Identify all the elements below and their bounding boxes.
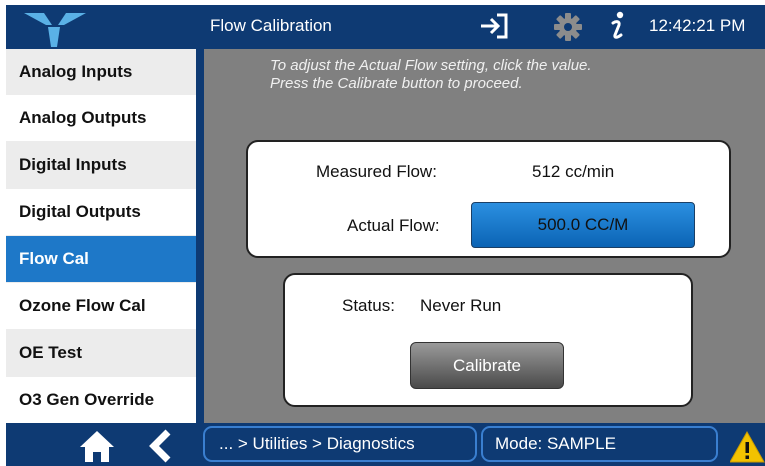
app-window: Flow Calibration 12:42:21 PM Analog Inpu… <box>0 0 765 466</box>
login-icon[interactable] <box>478 12 510 40</box>
sidebar-item-flow-cal[interactable]: Flow Cal <box>6 236 196 282</box>
clock-display: 12:42:21 PM <box>649 16 746 35</box>
back-icon[interactable] <box>146 428 174 464</box>
instructions-text: To adjust the Actual Flow setting, click… <box>270 57 592 93</box>
measured-flow-value: 512 cc/min <box>532 162 615 181</box>
sidebar-item-analog-inputs[interactable]: Analog Inputs <box>6 49 196 95</box>
sidebar-item-digital-outputs[interactable]: Digital Outputs <box>6 189 196 235</box>
mode-indicator: Mode: SAMPLE <box>481 426 718 462</box>
sidebar-item-o3-gen-override[interactable]: O3 Gen Override <box>6 377 196 423</box>
actual-flow-label: Actual Flow: <box>347 216 440 235</box>
home-icon[interactable] <box>78 428 116 464</box>
instruction-line: Press the Calibrate button to proceed. <box>270 75 523 92</box>
sidebar: Analog Inputs Analog Outputs Digital Inp… <box>6 49 196 423</box>
sidebar-item-analog-outputs[interactable]: Analog Outputs <box>6 95 196 141</box>
sidebar-item-digital-inputs[interactable]: Digital Inputs <box>6 142 196 188</box>
warning-icon[interactable] <box>729 428 765 464</box>
sidebar-divider <box>196 49 204 423</box>
page-title: Flow Calibration <box>210 16 332 35</box>
status-label: Status: <box>342 296 395 315</box>
sidebar-item-ozone-flow-cal[interactable]: Ozone Flow Cal <box>6 283 196 329</box>
measured-flow-label: Measured Flow: <box>316 162 437 181</box>
actual-flow-button[interactable]: 500.0 CC/M <box>471 202 695 248</box>
info-icon[interactable] <box>603 10 631 42</box>
gear-icon[interactable] <box>553 12 583 42</box>
calibrate-button[interactable]: Calibrate <box>410 342 564 389</box>
sidebar-item-oe-test[interactable]: OE Test <box>6 330 196 376</box>
logo-icon <box>6 5 202 49</box>
instruction-line: To adjust the Actual Flow setting, click… <box>270 57 592 74</box>
status-value: Never Run <box>420 296 502 315</box>
breadcrumb[interactable]: ... > Utilities > Diagnostics <box>203 426 477 462</box>
